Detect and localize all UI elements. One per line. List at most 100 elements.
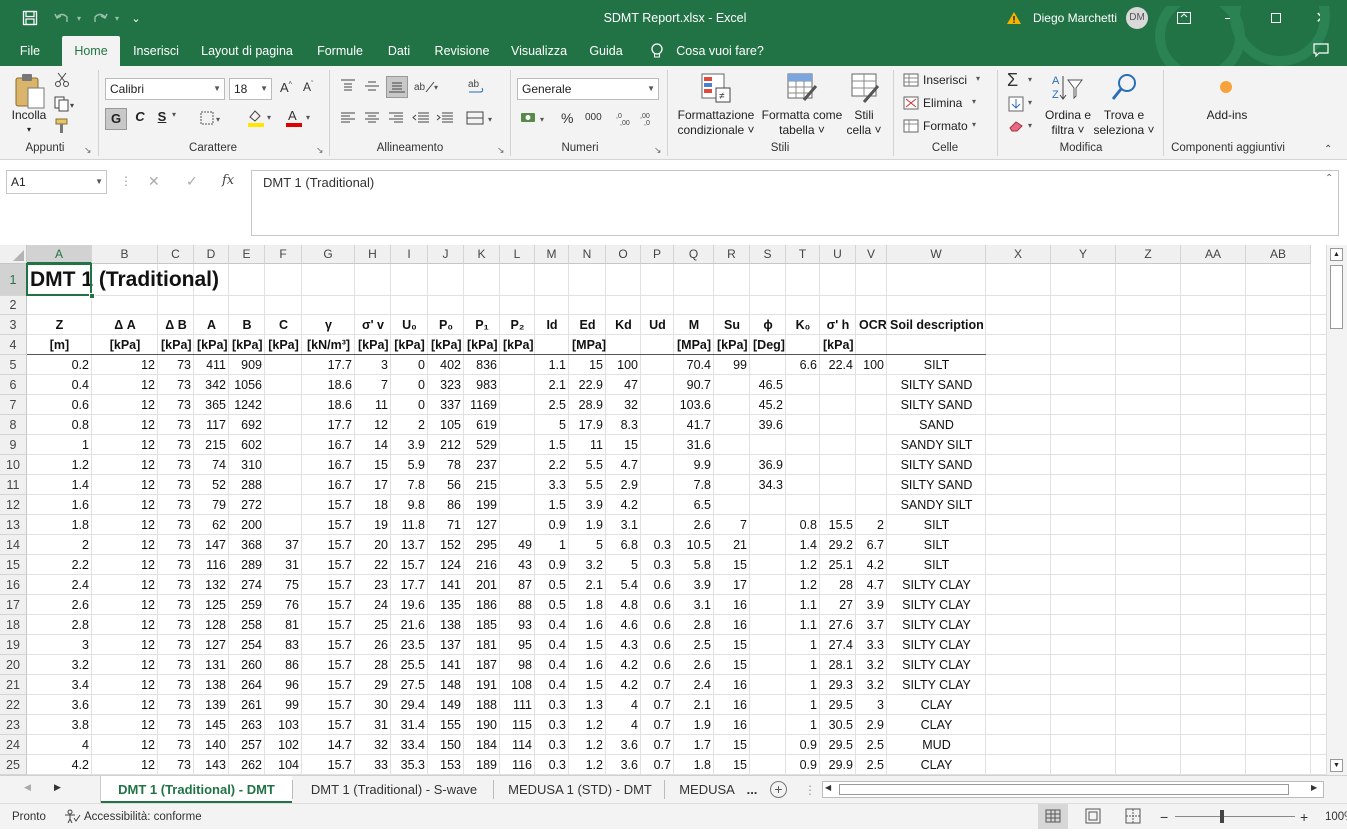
vertical-scrollbar[interactable]: ▲ ▼ <box>1326 245 1347 775</box>
row-header[interactable]: 17 <box>0 595 27 615</box>
cell[interactable]: 12 <box>92 475 158 495</box>
column-header-r[interactable]: R <box>714 245 750 264</box>
cell[interactable]: 2.2 <box>27 555 92 575</box>
cell[interactable]: 3.9 <box>674 575 714 595</box>
row-header[interactable]: 4 <box>0 335 27 355</box>
cell[interactable]: SILTY CLAY <box>887 595 986 615</box>
cell[interactable]: 6.8 <box>606 535 641 555</box>
cell[interactable]: 216 <box>464 555 500 575</box>
borders-icon[interactable]: ▾ <box>200 111 224 128</box>
cell[interactable]: 4 <box>606 715 641 735</box>
cell[interactable]: 0.5 <box>535 575 569 595</box>
cell[interactable]: 15 <box>569 355 606 375</box>
sort-filter-label-1[interactable]: Ordina e <box>1040 108 1096 123</box>
cell[interactable]: 73 <box>158 475 194 495</box>
row-header[interactable]: 2 <box>0 296 27 315</box>
cell[interactable]: 0.4 <box>535 675 569 695</box>
cell[interactable]: P₂ <box>500 315 535 335</box>
column-header-n[interactable]: N <box>569 245 606 264</box>
alignment-launcher-icon[interactable]: ↘ <box>497 145 505 156</box>
cell[interactable]: 1.7 <box>674 735 714 755</box>
cell[interactable]: 73 <box>158 555 194 575</box>
find-select-icon[interactable] <box>1110 72 1140 107</box>
cell[interactable]: 6.6 <box>786 355 820 375</box>
cell[interactable]: 0.9 <box>786 755 820 775</box>
increase-font-icon[interactable]: A^ <box>280 80 292 95</box>
cell[interactable]: 1.2 <box>569 715 606 735</box>
spreadsheet-grid[interactable]: A B C D E F G H I J K L M N O P Q R S T U V W X Y Z AA AB 1 2 3 4 5 6 7 8 9 1… <box>0 245 1326 775</box>
prev-sheet-icon[interactable]: ◀ <box>24 782 31 793</box>
cell[interactable]: 16 <box>714 695 750 715</box>
cell[interactable]: 0.6 <box>641 575 674 595</box>
cell[interactable]: 15 <box>606 435 641 455</box>
zoom-out-icon[interactable]: − <box>1160 804 1168 830</box>
cell[interactable]: SILT <box>887 535 986 555</box>
cell[interactable]: [kPa] <box>820 335 856 355</box>
cell[interactable]: 56 <box>428 475 464 495</box>
cell[interactable]: 2.5 <box>674 635 714 655</box>
cell[interactable]: 1.5 <box>569 635 606 655</box>
cell[interactable]: 2.6 <box>27 595 92 615</box>
cell[interactable]: 25.5 <box>391 655 428 675</box>
cell[interactable]: A <box>194 315 229 335</box>
cell[interactable]: 1.6 <box>569 615 606 635</box>
cell[interactable]: 12 <box>92 575 158 595</box>
name-box[interactable]: A1 ▼ <box>6 170 107 194</box>
cell[interactable]: 3.8 <box>27 715 92 735</box>
cell[interactable]: 4 <box>27 735 92 755</box>
row-header[interactable]: 15 <box>0 555 27 575</box>
cell[interactable]: 7.8 <box>391 475 428 495</box>
cell[interactable]: [kN/m³] <box>302 335 355 355</box>
column-header-i[interactable]: I <box>391 245 428 264</box>
cell[interactable]: 125 <box>194 595 229 615</box>
number-launcher-icon[interactable]: ↘ <box>654 145 662 156</box>
cell[interactable]: Su <box>714 315 750 335</box>
cell[interactable]: 3.6 <box>27 695 92 715</box>
conditional-format-label-1[interactable]: Formattazione <box>670 108 762 123</box>
cell[interactable]: 4.2 <box>606 675 641 695</box>
cell[interactable]: 12 <box>92 595 158 615</box>
underline-button[interactable]: S <box>155 109 169 124</box>
chevron-down-icon[interactable]: ▾ <box>1028 98 1032 107</box>
cell[interactable]: 12 <box>92 355 158 375</box>
cell[interactable]: 24 <box>355 595 391 615</box>
cell[interactable]: 27.5 <box>391 675 428 695</box>
cell[interactable]: 152 <box>428 535 464 555</box>
cell[interactable]: SANDY SILT <box>887 495 986 515</box>
cell-styles-icon[interactable] <box>850 72 880 107</box>
cell[interactable]: 4.2 <box>27 755 92 775</box>
cell[interactable]: 1.2 <box>569 735 606 755</box>
cell[interactable]: 0 <box>391 375 428 395</box>
cell[interactable]: 4.2 <box>606 655 641 675</box>
cell[interactable]: 73 <box>158 595 194 615</box>
cell[interactable]: 22.4 <box>820 355 856 375</box>
collapse-formula-bar-icon[interactable]: ⌃ <box>1325 173 1333 184</box>
cell[interactable]: 73 <box>158 675 194 695</box>
cell[interactable]: 73 <box>158 655 194 675</box>
scroll-thumb-horizontal[interactable] <box>839 784 1289 795</box>
cell[interactable]: 254 <box>229 635 265 655</box>
cell[interactable]: 0.8 <box>786 515 820 535</box>
cell[interactable]: 0.7 <box>641 715 674 735</box>
format-as-table-icon[interactable] <box>786 72 818 107</box>
cell[interactable]: 12 <box>92 435 158 455</box>
bold-button[interactable]: G <box>105 108 127 130</box>
cell[interactable]: Soil description <box>887 315 986 335</box>
cell[interactable]: 2.5 <box>856 755 887 775</box>
save-icon[interactable] <box>18 0 42 36</box>
redo-icon[interactable] <box>88 0 112 36</box>
cell[interactable]: 150 <box>428 735 464 755</box>
cell[interactable]: 15.7 <box>302 635 355 655</box>
cell[interactable]: 32 <box>355 735 391 755</box>
cell[interactable]: 2.9 <box>606 475 641 495</box>
cell[interactable]: 2.5 <box>856 735 887 755</box>
cell[interactable]: 215 <box>464 475 500 495</box>
column-header-l[interactable]: L <box>500 245 535 264</box>
cell[interactable]: 12 <box>92 615 158 635</box>
cell[interactable]: Δ A <box>92 315 158 335</box>
cell[interactable]: 29.2 <box>820 535 856 555</box>
cell[interactable]: 0.6 <box>27 395 92 415</box>
cell[interactable]: 4.2 <box>606 495 641 515</box>
cell[interactable]: 16 <box>714 615 750 635</box>
row-header[interactable]: 14 <box>0 535 27 555</box>
